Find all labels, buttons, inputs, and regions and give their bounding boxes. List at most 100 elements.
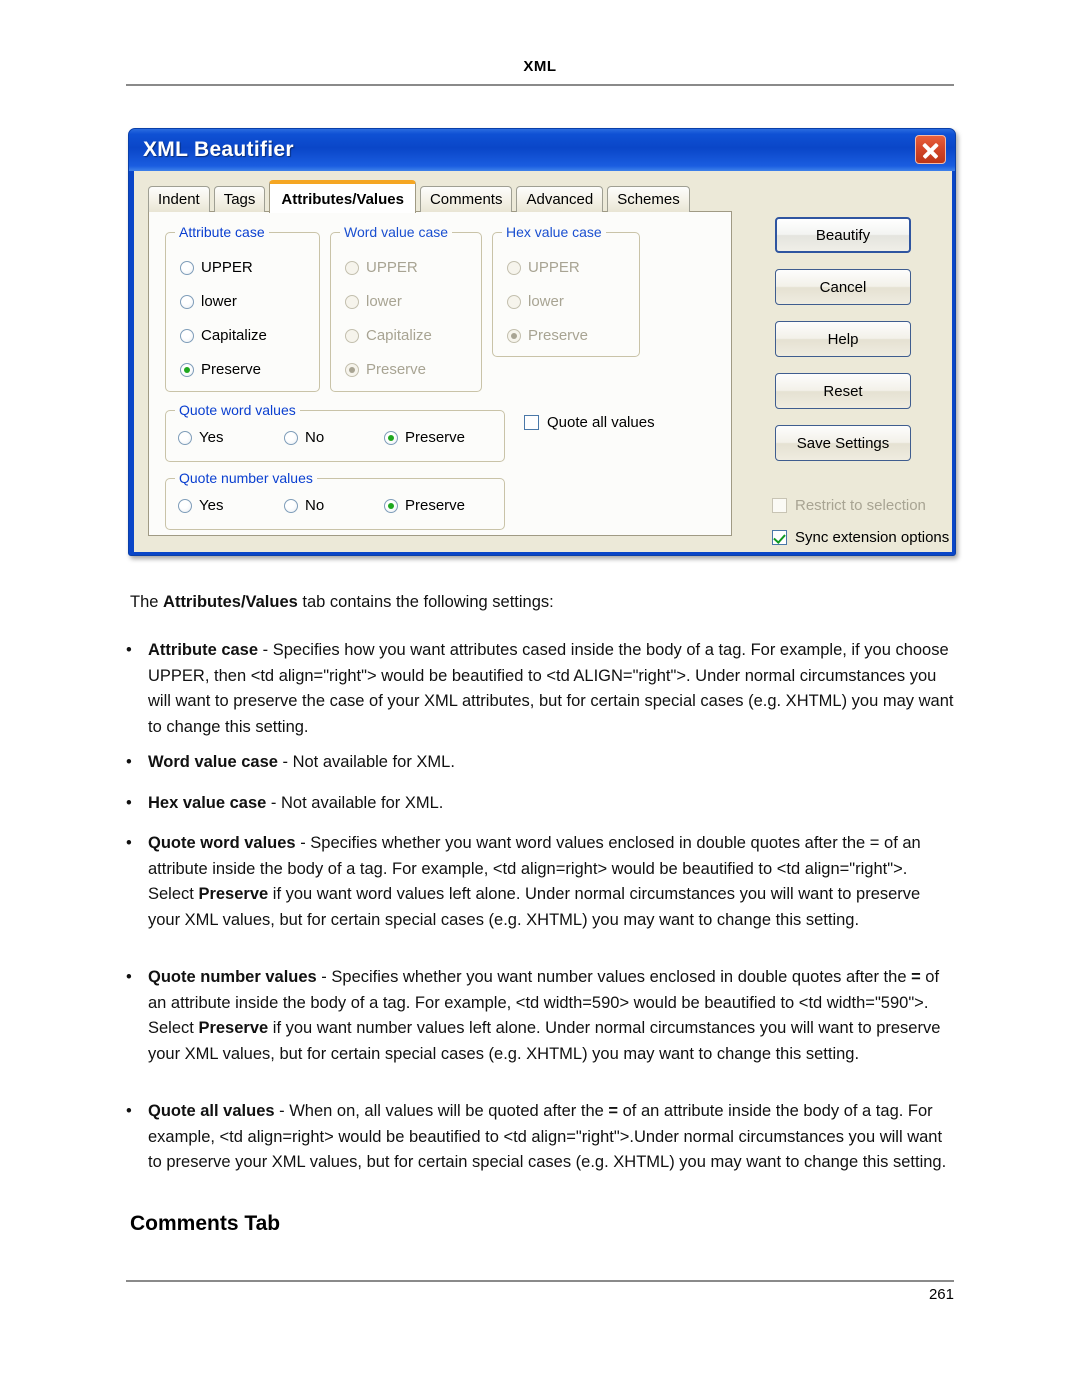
radio-label: lower bbox=[201, 293, 237, 310]
radio-icon bbox=[345, 328, 359, 343]
tab-attributes-values[interactable]: Attributes/Values bbox=[269, 180, 416, 213]
radio-attribute-case-lower[interactable]: lower bbox=[180, 293, 237, 310]
radio-label: lower bbox=[366, 293, 402, 310]
bullet-marker: • bbox=[126, 641, 132, 659]
group-hex-value-case-legend: Hex value case bbox=[502, 224, 606, 240]
bullet-marker: • bbox=[126, 794, 132, 812]
radio-label: Preserve bbox=[528, 327, 589, 344]
group-word-value-case-legend: Word value case bbox=[340, 224, 453, 240]
cancel-button[interactable]: Cancel bbox=[775, 269, 911, 305]
tab-comments[interactable]: Comments bbox=[419, 186, 513, 212]
radio-icon bbox=[284, 498, 298, 513]
radio-icon bbox=[180, 362, 194, 377]
radio-icon bbox=[507, 328, 521, 343]
radio-icon bbox=[345, 362, 359, 377]
radio-hex-value-case-preserve[interactable]: Preserve bbox=[507, 327, 588, 344]
radio-icon bbox=[384, 430, 398, 445]
radio-hex-value-case-upper[interactable]: UPPER bbox=[507, 259, 580, 276]
checkbox-label: Quote all values bbox=[547, 414, 655, 431]
dialog-body: Indent Tags Attributes/Values Comments A… bbox=[134, 171, 952, 552]
radio-attribute-case-capitalize[interactable]: Capitalize bbox=[180, 327, 267, 344]
radio-label: No bbox=[305, 429, 325, 446]
bullet-attribute-case: • Attribute case - Specifies how you wan… bbox=[126, 638, 956, 740]
checkbox-icon bbox=[772, 498, 787, 513]
radio-icon bbox=[507, 294, 521, 309]
checkbox-icon bbox=[772, 530, 787, 545]
bullet-hex-value-case: • Hex value case - Not available for XML… bbox=[126, 791, 956, 817]
intro-paragraph: The Attributes/Values tab contains the f… bbox=[130, 593, 554, 611]
radio-attribute-case-upper[interactable]: UPPER bbox=[180, 259, 253, 276]
radio-quote-word-values-yes[interactable]: Yes bbox=[178, 429, 223, 446]
bullet-text: Quote number values - Specifies whether … bbox=[148, 968, 941, 1063]
radio-label: UPPER bbox=[201, 259, 253, 276]
radio-icon bbox=[384, 498, 398, 513]
radio-label: UPPER bbox=[366, 259, 418, 276]
group-quote-word-values-legend: Quote word values bbox=[175, 402, 300, 418]
radio-attribute-case-preserve[interactable]: Preserve bbox=[180, 361, 261, 378]
bullet-text: Quote word values - Specifies whether yo… bbox=[148, 834, 921, 929]
bullet-quote-number-values: • Quote number values - Specifies whethe… bbox=[126, 965, 956, 1067]
radio-icon bbox=[178, 498, 192, 513]
radio-icon bbox=[345, 294, 359, 309]
bullet-marker: • bbox=[126, 968, 132, 986]
radio-icon bbox=[180, 294, 194, 309]
tab-schemes[interactable]: Schemes bbox=[607, 186, 690, 212]
radio-label: UPPER bbox=[528, 259, 580, 276]
tab-panel-attributes-values: Attribute case UPPER lower Capitalize Pr… bbox=[148, 211, 732, 536]
radio-quote-number-values-preserve[interactable]: Preserve bbox=[384, 497, 465, 514]
radio-word-value-case-upper[interactable]: UPPER bbox=[345, 259, 418, 276]
reset-button[interactable]: Reset bbox=[775, 373, 911, 409]
header-rule bbox=[126, 84, 954, 86]
bullet-text: Attribute case - Specifies how you want … bbox=[148, 641, 954, 736]
checkbox-label: Sync extension options bbox=[795, 529, 950, 546]
radio-word-value-case-lower[interactable]: lower bbox=[345, 293, 402, 310]
radio-label: Preserve bbox=[405, 429, 466, 446]
tab-strip: Indent Tags Attributes/Values Comments A… bbox=[148, 180, 694, 213]
save-settings-button[interactable]: Save Settings bbox=[775, 425, 911, 461]
checkbox-sync-extension-options[interactable]: Sync extension options bbox=[772, 529, 949, 546]
radio-quote-word-values-preserve[interactable]: Preserve bbox=[384, 429, 465, 446]
radio-icon bbox=[178, 430, 192, 445]
section-heading-comments-tab: Comments Tab bbox=[130, 1212, 281, 1235]
radio-label: Preserve bbox=[201, 361, 262, 378]
bullet-word-value-case: • Word value case - Not available for XM… bbox=[126, 750, 956, 776]
bullet-quote-all-values: • Quote all values - When on, all values… bbox=[126, 1099, 956, 1176]
dialog-titlebar: XML Beautifier bbox=[129, 129, 955, 171]
footer-rule bbox=[126, 1280, 954, 1282]
radio-quote-number-values-no[interactable]: No bbox=[284, 497, 324, 514]
bullet-marker: • bbox=[126, 1102, 132, 1120]
radio-label: Preserve bbox=[405, 497, 466, 514]
radio-icon bbox=[284, 430, 298, 445]
group-hex-value-case: Hex value case UPPER lower Preserve bbox=[492, 224, 640, 357]
bullet-text: Quote all values - When on, all values w… bbox=[148, 1102, 947, 1171]
radio-quote-word-values-no[interactable]: No bbox=[284, 429, 324, 446]
group-quote-number-values-legend: Quote number values bbox=[175, 470, 317, 486]
radio-label: Yes bbox=[199, 497, 224, 514]
tab-advanced[interactable]: Advanced bbox=[516, 186, 604, 212]
radio-label: lower bbox=[528, 293, 564, 310]
bullet-quote-word-values: • Quote word values - Specifies whether … bbox=[126, 831, 956, 933]
radio-icon bbox=[180, 328, 194, 343]
bullet-marker: • bbox=[126, 753, 132, 771]
group-attribute-case: Attribute case UPPER lower Capitalize Pr… bbox=[165, 224, 320, 392]
page-number: 261 bbox=[928, 1286, 954, 1303]
radio-word-value-case-capitalize[interactable]: Capitalize bbox=[345, 327, 432, 344]
xml-beautifier-dialog: XML Beautifier Indent Tags Attributes/Va… bbox=[128, 128, 956, 556]
close-icon[interactable] bbox=[915, 135, 946, 164]
beautify-button[interactable]: Beautify bbox=[775, 217, 911, 253]
radio-icon bbox=[180, 260, 194, 275]
group-quote-word-values: Quote word values Yes No Preserve bbox=[165, 402, 505, 462]
checkbox-quote-all-values[interactable]: Quote all values bbox=[524, 414, 655, 431]
checkbox-icon bbox=[524, 415, 539, 430]
tab-tags[interactable]: Tags bbox=[213, 186, 266, 212]
help-button[interactable]: Help bbox=[775, 321, 911, 357]
radio-label: Capitalize bbox=[201, 327, 267, 344]
bullet-marker: • bbox=[126, 834, 132, 852]
checkbox-restrict-to-selection[interactable]: Restrict to selection bbox=[772, 497, 926, 514]
radio-word-value-case-preserve[interactable]: Preserve bbox=[345, 361, 426, 378]
tab-indent[interactable]: Indent bbox=[148, 186, 210, 212]
group-attribute-case-legend: Attribute case bbox=[175, 224, 269, 240]
radio-quote-number-values-yes[interactable]: Yes bbox=[178, 497, 223, 514]
group-quote-number-values: Quote number values Yes No Preserve bbox=[165, 470, 505, 530]
radio-hex-value-case-lower[interactable]: lower bbox=[507, 293, 564, 310]
